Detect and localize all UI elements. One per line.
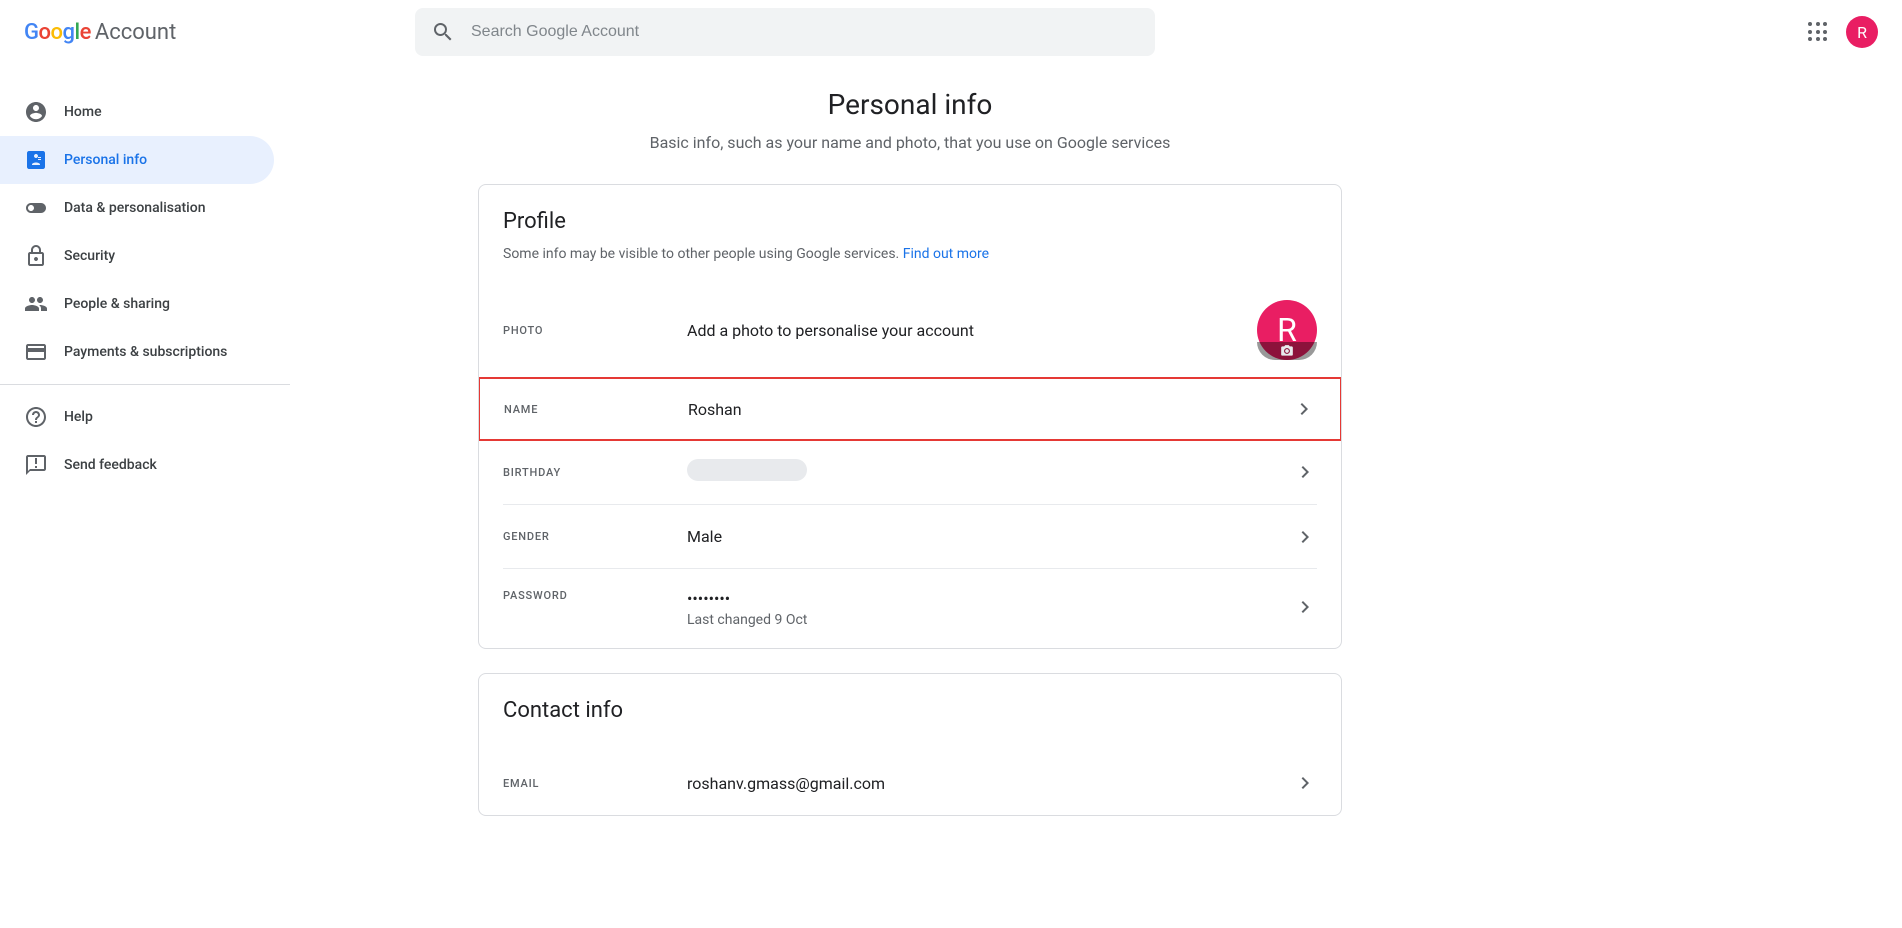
- email-row[interactable]: Email roshanv.gmass@gmail.com: [503, 751, 1317, 815]
- search-container: [415, 8, 1155, 56]
- birthday-label: Birthday: [503, 466, 687, 479]
- search-box[interactable]: [415, 8, 1155, 56]
- sidebar-item-label: Send feedback: [64, 457, 157, 473]
- contact-card: Contact info Email roshanv.gmass@gmail.c…: [478, 673, 1342, 816]
- chevron-right-icon: [1292, 397, 1316, 421]
- chevron-right-icon: [1293, 525, 1317, 549]
- gender-row[interactable]: Gender Male: [503, 504, 1317, 568]
- sidebar-item-home[interactable]: Home: [0, 88, 274, 136]
- password-changed: Last changed 9 Oct: [687, 612, 1293, 628]
- photo-description: Add a photo to personalise your account: [687, 321, 1257, 340]
- sidebar-item-help[interactable]: Help: [0, 393, 274, 441]
- email-label: Email: [503, 777, 687, 790]
- name-value: Roshan: [688, 400, 1292, 419]
- search-input[interactable]: [471, 23, 1139, 41]
- birthday-value: [687, 459, 1293, 485]
- sidebar-item-payments[interactable]: Payments & subscriptions: [0, 328, 274, 376]
- page-header: Personal info Basic info, such as your n…: [290, 88, 1530, 152]
- profile-photo[interactable]: R: [1257, 300, 1317, 360]
- profile-card-header: Profile Some info may be visible to othe…: [479, 185, 1341, 270]
- avatar[interactable]: R: [1846, 16, 1878, 48]
- sidebar-item-label: Data & personalisation: [64, 200, 206, 216]
- page-title: Personal info: [290, 88, 1530, 121]
- account-logo-text: Account: [95, 20, 176, 45]
- sidebar-item-label: Personal info: [64, 152, 147, 168]
- help-icon: [24, 405, 48, 429]
- people-icon: [24, 292, 48, 316]
- sidebar-item-label: Home: [64, 104, 102, 120]
- sidebar: Home Personal info Data & personalisatio…: [0, 64, 290, 880]
- home-icon: [24, 100, 48, 124]
- redacted-value: [687, 459, 807, 481]
- password-value: ••••••••: [687, 589, 1293, 608]
- birthday-row[interactable]: Birthday: [503, 440, 1317, 504]
- sidebar-divider: [0, 384, 290, 385]
- feedback-icon: [24, 453, 48, 477]
- content: Personal info Basic info, such as your n…: [290, 64, 1530, 880]
- password-row[interactable]: Password •••••••• Last changed 9 Oct: [503, 568, 1317, 648]
- photo-row[interactable]: Photo Add a photo to personalise your ac…: [479, 282, 1341, 378]
- sidebar-item-security[interactable]: Security: [0, 232, 274, 280]
- chevron-right-icon: [1293, 771, 1317, 795]
- chevron-right-icon: [1293, 460, 1317, 484]
- id-card-icon: [24, 148, 48, 172]
- credit-card-icon: [24, 340, 48, 364]
- logo[interactable]: Google Account: [16, 20, 176, 45]
- lock-icon: [24, 244, 48, 268]
- sidebar-item-feedback[interactable]: Send feedback: [0, 441, 274, 489]
- camera-icon: [1280, 344, 1294, 358]
- google-logo-text: Google: [24, 20, 91, 45]
- profile-title: Profile: [503, 209, 1317, 234]
- apps-grid-icon[interactable]: [1806, 20, 1830, 44]
- avatar-camera-overlay: [1257, 342, 1317, 360]
- sidebar-item-label: People & sharing: [64, 296, 170, 312]
- sidebar-item-data-personalisation[interactable]: Data & personalisation: [0, 184, 274, 232]
- name-label: Name: [504, 403, 688, 416]
- sidebar-item-label: Payments & subscriptions: [64, 344, 227, 360]
- header-right: R: [1806, 16, 1886, 48]
- toggle-icon: [24, 196, 48, 220]
- sidebar-item-label: Security: [64, 248, 115, 264]
- contact-card-header: Contact info: [479, 674, 1341, 743]
- password-value-wrap: •••••••• Last changed 9 Oct: [687, 589, 1293, 628]
- sidebar-item-label: Help: [64, 409, 93, 425]
- gender-value: Male: [687, 527, 1293, 546]
- email-value: roshanv.gmass@gmail.com: [687, 774, 1293, 793]
- gender-label: Gender: [503, 530, 687, 543]
- photo-label: Photo: [503, 324, 687, 337]
- find-out-more-link[interactable]: Find out more: [903, 246, 989, 262]
- name-row[interactable]: Name Roshan: [478, 377, 1342, 441]
- search-icon: [431, 20, 455, 44]
- header: Google Account R: [0, 0, 1902, 64]
- profile-card: Profile Some info may be visible to othe…: [478, 184, 1342, 649]
- contact-title: Contact info: [503, 698, 1317, 723]
- password-label: Password: [503, 589, 687, 602]
- sidebar-item-people-sharing[interactable]: People & sharing: [0, 280, 274, 328]
- chevron-right-icon: [1293, 595, 1317, 619]
- page-subtitle: Basic info, such as your name and photo,…: [290, 133, 1530, 152]
- profile-subtitle: Some info may be visible to other people…: [503, 246, 1317, 262]
- sidebar-item-personal-info[interactable]: Personal info: [0, 136, 274, 184]
